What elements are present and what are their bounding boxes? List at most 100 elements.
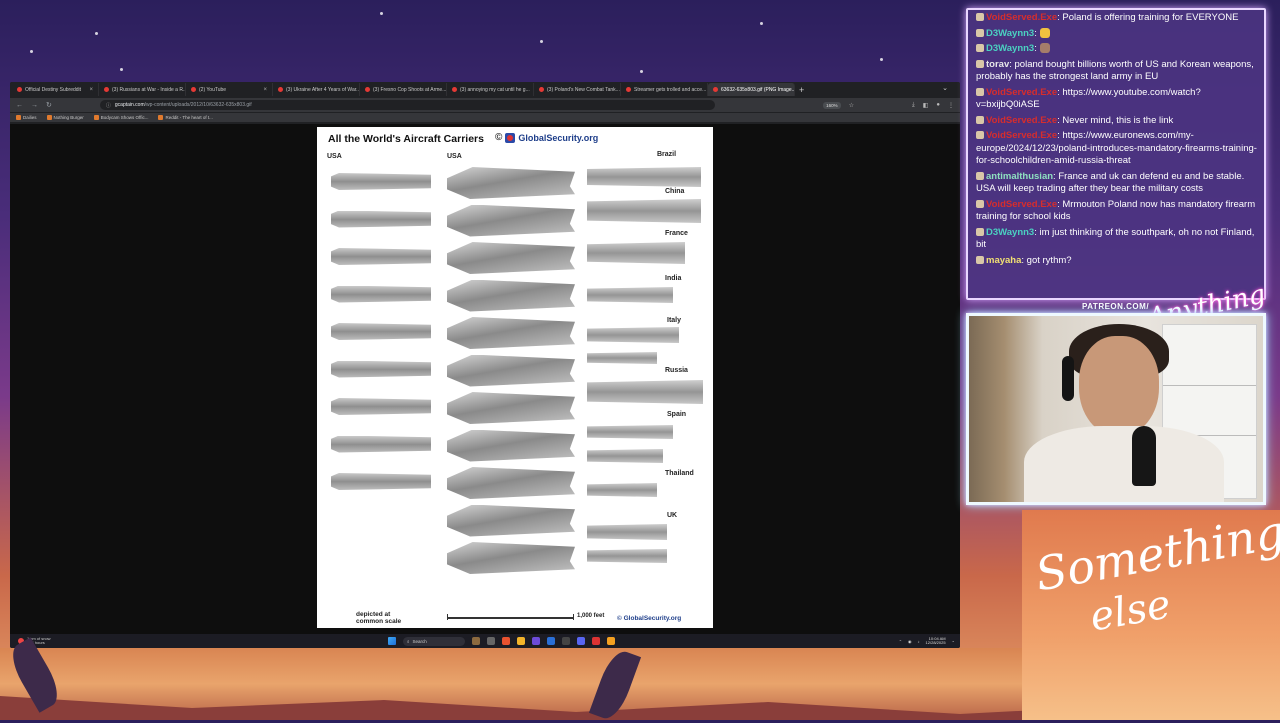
browser-window: Official Destiny Subreddit × (3) Russians … <box>10 82 960 648</box>
tab-6[interactable]: (3) Poland's New Combat Tank...× <box>534 83 621 96</box>
chat-message: D3Waynn3: <box>976 27 1258 41</box>
url-input[interactable]: ⓘ gcaptain.com/wp-content/uploads/2012/1… <box>99 100 716 110</box>
system-tray[interactable]: ⌃ ◉ ♪ 10:04 AM 12/28/2025 ◔ <box>898 636 954 646</box>
sub-badge-icon <box>976 87 984 96</box>
chat-username[interactable]: torav <box>986 59 1009 70</box>
sub-badge-icon <box>976 255 984 264</box>
carrier-silhouette <box>331 323 431 340</box>
chat-username[interactable]: mayaha <box>986 255 1021 266</box>
carrier-silhouette <box>587 327 679 343</box>
misc-app-icon[interactable] <box>607 637 615 645</box>
tab-3[interactable]: (3) Ukraine After 4 Years of War...× <box>273 83 360 96</box>
address-bar: ← → ↻ ⓘ gcaptain.com/wp-content/uploads/… <box>10 98 960 112</box>
taskbar-search[interactable]: ⌕ Search <box>403 636 465 646</box>
chat-message: mayaha: got rythm? <box>976 255 1258 268</box>
carrier-silhouette <box>331 398 431 415</box>
zoom-badge[interactable]: 160% <box>823 101 841 109</box>
carrier-silhouette <box>447 167 575 199</box>
tab-close-icon[interactable]: × <box>89 87 93 93</box>
start-icon[interactable] <box>388 637 396 645</box>
country-label: China <box>665 188 685 195</box>
carrier-silhouette <box>587 549 667 563</box>
chat-username[interactable]: VoidServed.Exe <box>986 12 1057 23</box>
carrier-silhouette <box>447 429 575 462</box>
reload-icon[interactable]: ↻ <box>46 101 52 109</box>
tab-favicon-icon <box>191 87 196 92</box>
steam-icon[interactable] <box>547 637 555 645</box>
tab-favicon-icon <box>713 87 718 92</box>
bookmark-star-icon[interactable]: ☆ <box>849 102 854 109</box>
volume-icon: ♪ <box>917 638 920 644</box>
patreon-label: PATREON.COM/ <box>1082 302 1150 311</box>
footer-logo: © GlobalSecurity.org <box>617 615 682 622</box>
tab-4[interactable]: (3) Fresno Cop Shoots at Arme...× <box>360 83 447 96</box>
sub-badge-icon <box>976 59 984 68</box>
carrier-silhouette <box>447 242 575 274</box>
sub-badge-icon <box>976 13 984 21</box>
extensions-icon[interactable]: ◧ <box>923 102 929 109</box>
chat-message: VoidServed.Exe: Mrmouton Poland now has … <box>976 198 1256 222</box>
bookmark-0[interactable]: Dailies <box>16 115 37 120</box>
carrier-image: All the World's Aircraft Carriers © Globa… <box>317 127 713 628</box>
bookmark-3[interactable]: Reddit - The heart of t... <box>158 115 213 120</box>
chat-username[interactable]: D3Waynn3 <box>986 43 1034 54</box>
chat-text: got rythm? <box>1026 254 1072 266</box>
country-label: India <box>665 275 682 282</box>
country-label: Italy <box>667 317 682 324</box>
discord-icon[interactable] <box>577 637 585 645</box>
tab-search-icon[interactable]: ⌄ <box>942 84 948 92</box>
chat-username[interactable]: VoidServed.Exe <box>986 115 1057 126</box>
bookmark-2[interactable]: Bodycam Shows Offic... <box>93 115 148 120</box>
bookmark-icon <box>158 115 164 120</box>
files-icon[interactable] <box>517 637 525 645</box>
explorer-icon[interactable] <box>487 637 495 645</box>
app-icon[interactable] <box>562 637 570 645</box>
carrier-silhouette <box>587 242 685 264</box>
chat-message: D3Waynn3: <box>976 43 1258 56</box>
webcam-feed <box>966 313 1266 505</box>
tab-close-icon[interactable]: × <box>263 87 267 93</box>
tab-7[interactable]: Streamer gets trolled and acce...× <box>621 83 708 96</box>
country-label: Brazil <box>657 151 677 158</box>
site-info-icon[interactable]: ⓘ <box>106 102 111 109</box>
obs-icon[interactable] <box>532 637 540 645</box>
tab-8[interactable]: 63632-635x803.gif (PNG Image...× <box>708 83 795 96</box>
forward-icon[interactable]: → <box>31 102 38 109</box>
carrier-silhouette <box>587 352 657 364</box>
tab-0[interactable]: Official Destiny Subreddit × <box>12 83 99 96</box>
chat-username[interactable]: VoidServed.Exe <box>986 87 1057 98</box>
sub-badge-icon <box>976 171 984 180</box>
tab-1[interactable]: (3) Russians at War - Inside a R...× <box>99 83 186 96</box>
carrier-silhouette <box>331 360 431 378</box>
column-heading-usa-2: USA <box>447 153 462 160</box>
bookmark-icon <box>16 115 21 120</box>
download-icon[interactable]: ⤓ <box>912 102 915 109</box>
chat-username[interactable]: D3Waynn3 <box>986 227 1034 238</box>
sub-badge-icon <box>976 115 984 124</box>
browser-app-icon[interactable] <box>502 637 510 645</box>
tab-5[interactable]: (3) annoying my cat until he g...× <box>447 83 534 96</box>
tray-chevron-icon: ⌃ <box>898 638 903 644</box>
url-host: gcaptain.com <box>114 102 145 108</box>
new-tab-icon[interactable]: + <box>795 85 808 95</box>
chat-text: Never mind, this is the link <box>1062 114 1174 126</box>
carrier-silhouette <box>447 354 575 387</box>
sub-badge-icon <box>976 227 984 236</box>
profile-icon[interactable]: ● <box>936 102 940 108</box>
chat-username[interactable]: VoidServed.Exe <box>986 199 1057 210</box>
clock-date: 12/28/2025 <box>925 640 946 645</box>
chrome-icon[interactable] <box>592 637 600 645</box>
taskview-icon[interactable] <box>472 637 480 645</box>
taskbar: 1 cm of snow In 4 hours ⌕ Search ⌃ ◉ ♪ 10:… <box>10 634 960 648</box>
chat-username[interactable]: D3Waynn3 <box>986 28 1034 39</box>
tab-2[interactable]: (2) YouTube × <box>186 83 273 96</box>
country-label: France <box>665 230 688 237</box>
menu-icon[interactable]: ⋮ <box>948 102 954 109</box>
scale-bar <box>447 614 574 620</box>
microphone <box>1132 426 1156 486</box>
chat-username[interactable]: antimalthusian <box>986 171 1053 182</box>
bookmark-1[interactable]: Nothing Burger <box>46 115 84 120</box>
chat-username[interactable]: VoidServed.Exe <box>986 130 1057 141</box>
back-icon[interactable]: ← <box>16 102 23 109</box>
chat-message: VoidServed.Exe: Poland is offering train… <box>976 12 1258 25</box>
